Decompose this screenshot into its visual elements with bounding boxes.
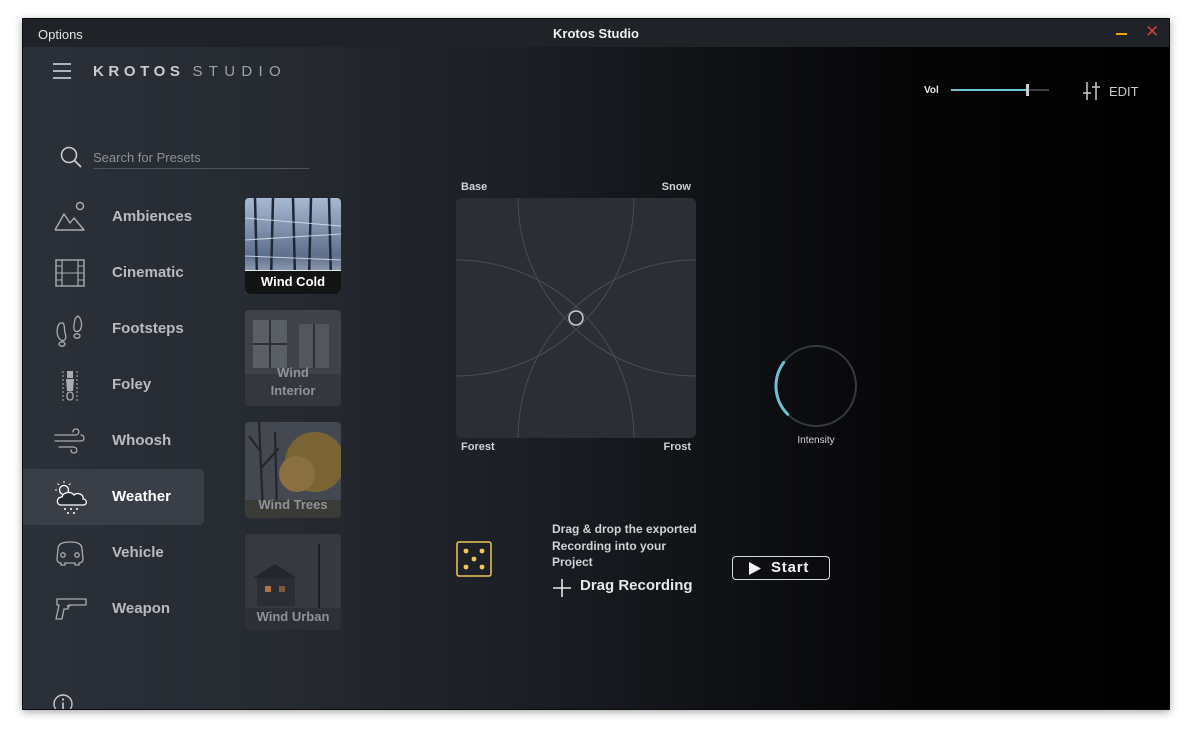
intensity-dial [774,345,857,427]
category-label: Foley [112,376,152,393]
category-label: Weapon [112,600,171,617]
xy-label-top-left: Base [461,181,488,193]
category-label: Whoosh [112,432,172,449]
category-foley[interactable]: Foley [23,357,204,413]
preset-label: Wind Trees [258,497,328,512]
category-weather[interactable]: Weather [23,469,204,525]
sliders-icon [1083,82,1100,100]
main-panel: KROTOS STUDIO Vol EDIT Search for Preset… [23,47,1169,709]
plus-icon [553,579,571,597]
volume-label: Vol [924,85,939,96]
info-icon [53,694,73,709]
category-label: Footsteps [112,320,184,337]
edit-label: EDIT [1109,84,1139,99]
category-label: Vehicle [112,544,164,561]
film-strip-icon [55,259,85,287]
close-icon: ✕ [1145,22,1160,41]
start-button[interactable]: Start [732,556,830,580]
minimize-button[interactable] [1115,25,1129,39]
car-front-icon [56,541,84,566]
edit-button[interactable]: EDIT [1081,80,1139,102]
app-window: Options Krotos Studio ✕ KROTOS STUDIO Vol [22,18,1170,710]
search-input[interactable] [93,149,309,169]
preset-tile-wind-urban[interactable]: Wind Urban [245,534,341,630]
dice-icon [456,541,492,577]
logo-primary: KROTOS [93,63,185,80]
logo-secondary: STUDIO [192,63,287,80]
zipper-icon [62,371,78,401]
preset-tile-wind-trees[interactable]: Wind Trees [245,422,341,518]
minimize-icon [1116,33,1127,35]
app-logo: KROTOS STUDIO [93,63,287,80]
footprints-icon [56,315,83,347]
xy-puck[interactable] [568,310,584,326]
preset-tile-wind-cold[interactable]: Wind Cold [245,198,341,294]
pistol-icon [55,598,87,620]
xy-label-bottom-left: Forest [461,441,495,453]
preset-label: Wind Urban [256,609,330,624]
menu-button[interactable] [53,62,71,80]
xy-label-bottom-right: Frost [663,441,692,453]
info-button[interactable] [53,694,73,709]
randomize-button[interactable] [456,541,492,577]
xy-pad[interactable] [456,198,696,438]
cloud-weather-icon [55,481,88,514]
category-ambiences[interactable]: Ambiences [23,189,204,245]
category-whoosh[interactable]: Whoosh [23,413,204,469]
close-button[interactable]: ✕ [1145,22,1160,41]
xy-label-top-right: Snow [661,181,691,193]
wind-lines-icon [54,428,85,454]
drag-instructions: Drag & drop the exported Recording into … [552,522,697,569]
play-icon [749,562,761,575]
category-footsteps[interactable]: Footsteps [23,301,204,357]
volume-fill [951,89,1028,91]
intensity-knob[interactable]: Intensity [771,341,861,446]
preset-tile-wind-interior[interactable]: Wind Interior [245,310,341,406]
start-label: Start [771,559,810,576]
category-vehicle[interactable]: Vehicle [23,525,204,581]
category-label: Ambiences [112,208,193,225]
category-cinematic[interactable]: Cinematic [23,245,204,301]
preset-label: Wind Interior [270,365,316,398]
hamburger-icon [53,63,71,65]
category-weapon[interactable]: Weapon [23,581,204,637]
category-label: Weather [112,488,171,505]
preset-search [59,145,311,173]
intensity-label: Intensity [797,435,835,446]
category-label: Cinematic [112,264,184,281]
preset-label: Wind Cold [245,271,341,294]
volume-handle[interactable] [1026,84,1030,96]
window-title: Krotos Studio [553,26,639,41]
drag-recording-label: Drag Recording [580,577,693,594]
title-bar: Options Krotos Studio ✕ [23,19,1169,47]
volume-slider[interactable] [951,84,1049,96]
xy-pad-grid [456,198,696,438]
search-icon [60,146,82,168]
mountain-icon [54,201,85,231]
